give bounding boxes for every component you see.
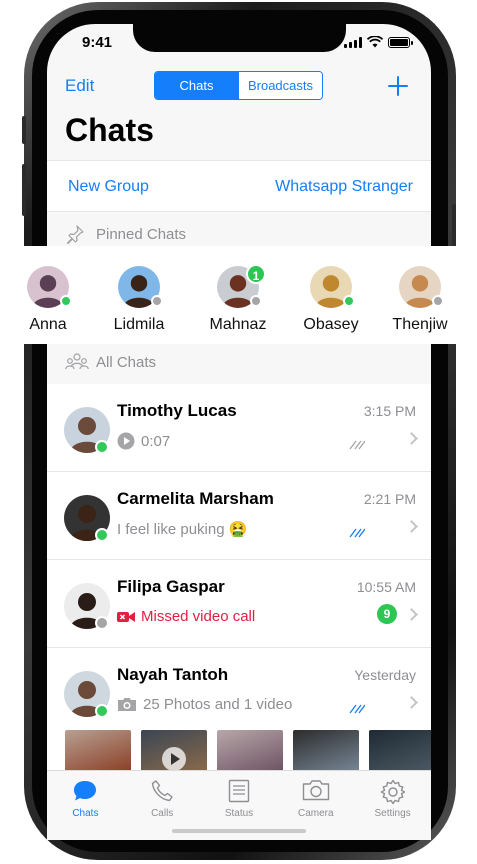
video-thumbnail[interactable]: [141, 730, 207, 770]
all-chats-header: All Chats: [47, 346, 431, 378]
chat-name: Carmelita Marsham: [117, 489, 274, 508]
photo-camera-icon: [118, 698, 136, 711]
chat-time: Yesterday: [354, 667, 416, 683]
chat-time: 10:55 AM: [356, 579, 416, 595]
chat-preview-text: 25 Photos and 1 video: [143, 696, 293, 713]
offline-status-dot: [95, 616, 109, 630]
chevron-right-icon: [405, 432, 418, 445]
play-voice-icon: [117, 432, 135, 450]
action-row: New Group Whatsapp Stranger: [47, 160, 431, 212]
chat-preview-text: 0:07: [141, 432, 171, 450]
chevron-right-icon: [405, 608, 418, 621]
pinned-chat-name: Thenjiw: [392, 316, 448, 333]
media-thumbnails: [47, 730, 431, 770]
status-time: 9:41: [82, 34, 113, 51]
chat-row[interactable]: Filipa Gaspar 10:55 AM Missed video call 9: [47, 560, 431, 648]
photo-thumbnail[interactable]: [369, 730, 431, 770]
group-icon: [65, 353, 89, 370]
battery-icon: [388, 37, 413, 48]
chat-preview: 0:07: [117, 432, 170, 450]
mute-switch: [22, 116, 26, 144]
home-indicator[interactable]: [172, 829, 306, 833]
new-chat-plus-icon[interactable]: [386, 74, 410, 98]
chat-preview: Missed video call: [117, 608, 255, 625]
tab-chats[interactable]: Chats: [47, 771, 124, 840]
chat-row[interactable]: Timothy Lucas 3:15 PM 0:07: [47, 384, 431, 472]
tab-label: Chats: [72, 808, 99, 819]
whatsapp-stranger-link[interactable]: Whatsapp Stranger: [275, 178, 413, 196]
chat-preview-text: Missed video call: [141, 608, 256, 625]
chat-preview: 25 Photos and 1 video: [117, 696, 292, 713]
new-group-link[interactable]: New Group: [68, 178, 149, 196]
read-ticks-icon: [349, 704, 365, 714]
pinned-chat-name: Mahnaz: [209, 316, 267, 333]
pinned-chat-name: Lidmila: [113, 316, 165, 333]
volume-up-button: [22, 164, 26, 216]
tab-settings[interactable]: Settings: [354, 771, 431, 840]
chevron-right-icon: [405, 520, 418, 533]
segmented-control: Chats Broadcasts: [154, 71, 323, 100]
online-status-dot: [95, 704, 109, 718]
chat-time: 2:21 PM: [363, 491, 416, 507]
online-status-dot: [95, 440, 109, 454]
chat-list: Timothy Lucas 3:15 PM 0:07 Carmelita Marsha…: [47, 384, 431, 736]
unread-count-badge: 1: [246, 264, 266, 284]
tab-label: Calls: [151, 808, 174, 819]
pin-icon: [66, 225, 84, 244]
status-icons: [344, 36, 413, 48]
segment-broadcasts[interactable]: Broadcasts: [238, 72, 322, 99]
offline-status-dot: [432, 295, 444, 307]
online-status-dot: [60, 295, 72, 307]
photo-thumbnail[interactable]: [293, 730, 359, 770]
play-icon: [162, 747, 186, 770]
pinned-chat-name: Anna: [29, 316, 67, 333]
notch: [133, 22, 346, 52]
read-ticks-icon: [349, 440, 365, 450]
photo-thumbnail[interactable]: [65, 730, 131, 770]
page-title: Chats: [65, 112, 154, 148]
signal-icon: [344, 37, 362, 48]
edit-button[interactable]: Edit: [65, 76, 94, 96]
online-status-dot: [343, 295, 355, 307]
online-status-dot: [95, 528, 109, 542]
offline-status-dot: [250, 295, 262, 307]
tab-label: Status: [224, 808, 254, 819]
pinned-chat-name: Obasey: [303, 316, 359, 333]
chat-name: Filipa Gaspar: [117, 577, 225, 596]
wifi-icon: [367, 36, 383, 48]
chat-time: 3:15 PM: [363, 403, 416, 419]
chat-row[interactable]: Nayah Tantoh Yesterday 25 Photos and 1 vid…: [47, 648, 431, 736]
unread-count-badge: 9: [377, 604, 397, 624]
chat-name: Nayah Tantoh: [117, 665, 229, 684]
pinned-chats-strip: Anna Lidmila 1 Mahnaz Obasey Thenjiw: [0, 246, 477, 344]
photo-thumbnail[interactable]: [217, 730, 283, 770]
pinned-chats-label: Pinned Chats: [96, 226, 187, 243]
offline-status-dot: [151, 295, 163, 307]
chat-name: Timothy Lucas: [117, 401, 237, 420]
chat-preview: I feel like puking 🤮: [117, 520, 247, 538]
segment-chats[interactable]: Chats: [155, 72, 238, 99]
video-camera-icon: [117, 611, 135, 622]
all-chats-label: All Chats: [96, 354, 157, 371]
chat-preview-text: I feel like puking 🤮: [117, 521, 248, 538]
tab-label: Settings: [374, 808, 411, 819]
read-ticks-icon: [349, 528, 365, 538]
tab-label: Camera: [298, 808, 334, 819]
chevron-right-icon: [405, 696, 418, 709]
chat-row[interactable]: Carmelita Marsham 2:21 PM I feel like puki…: [47, 472, 431, 560]
